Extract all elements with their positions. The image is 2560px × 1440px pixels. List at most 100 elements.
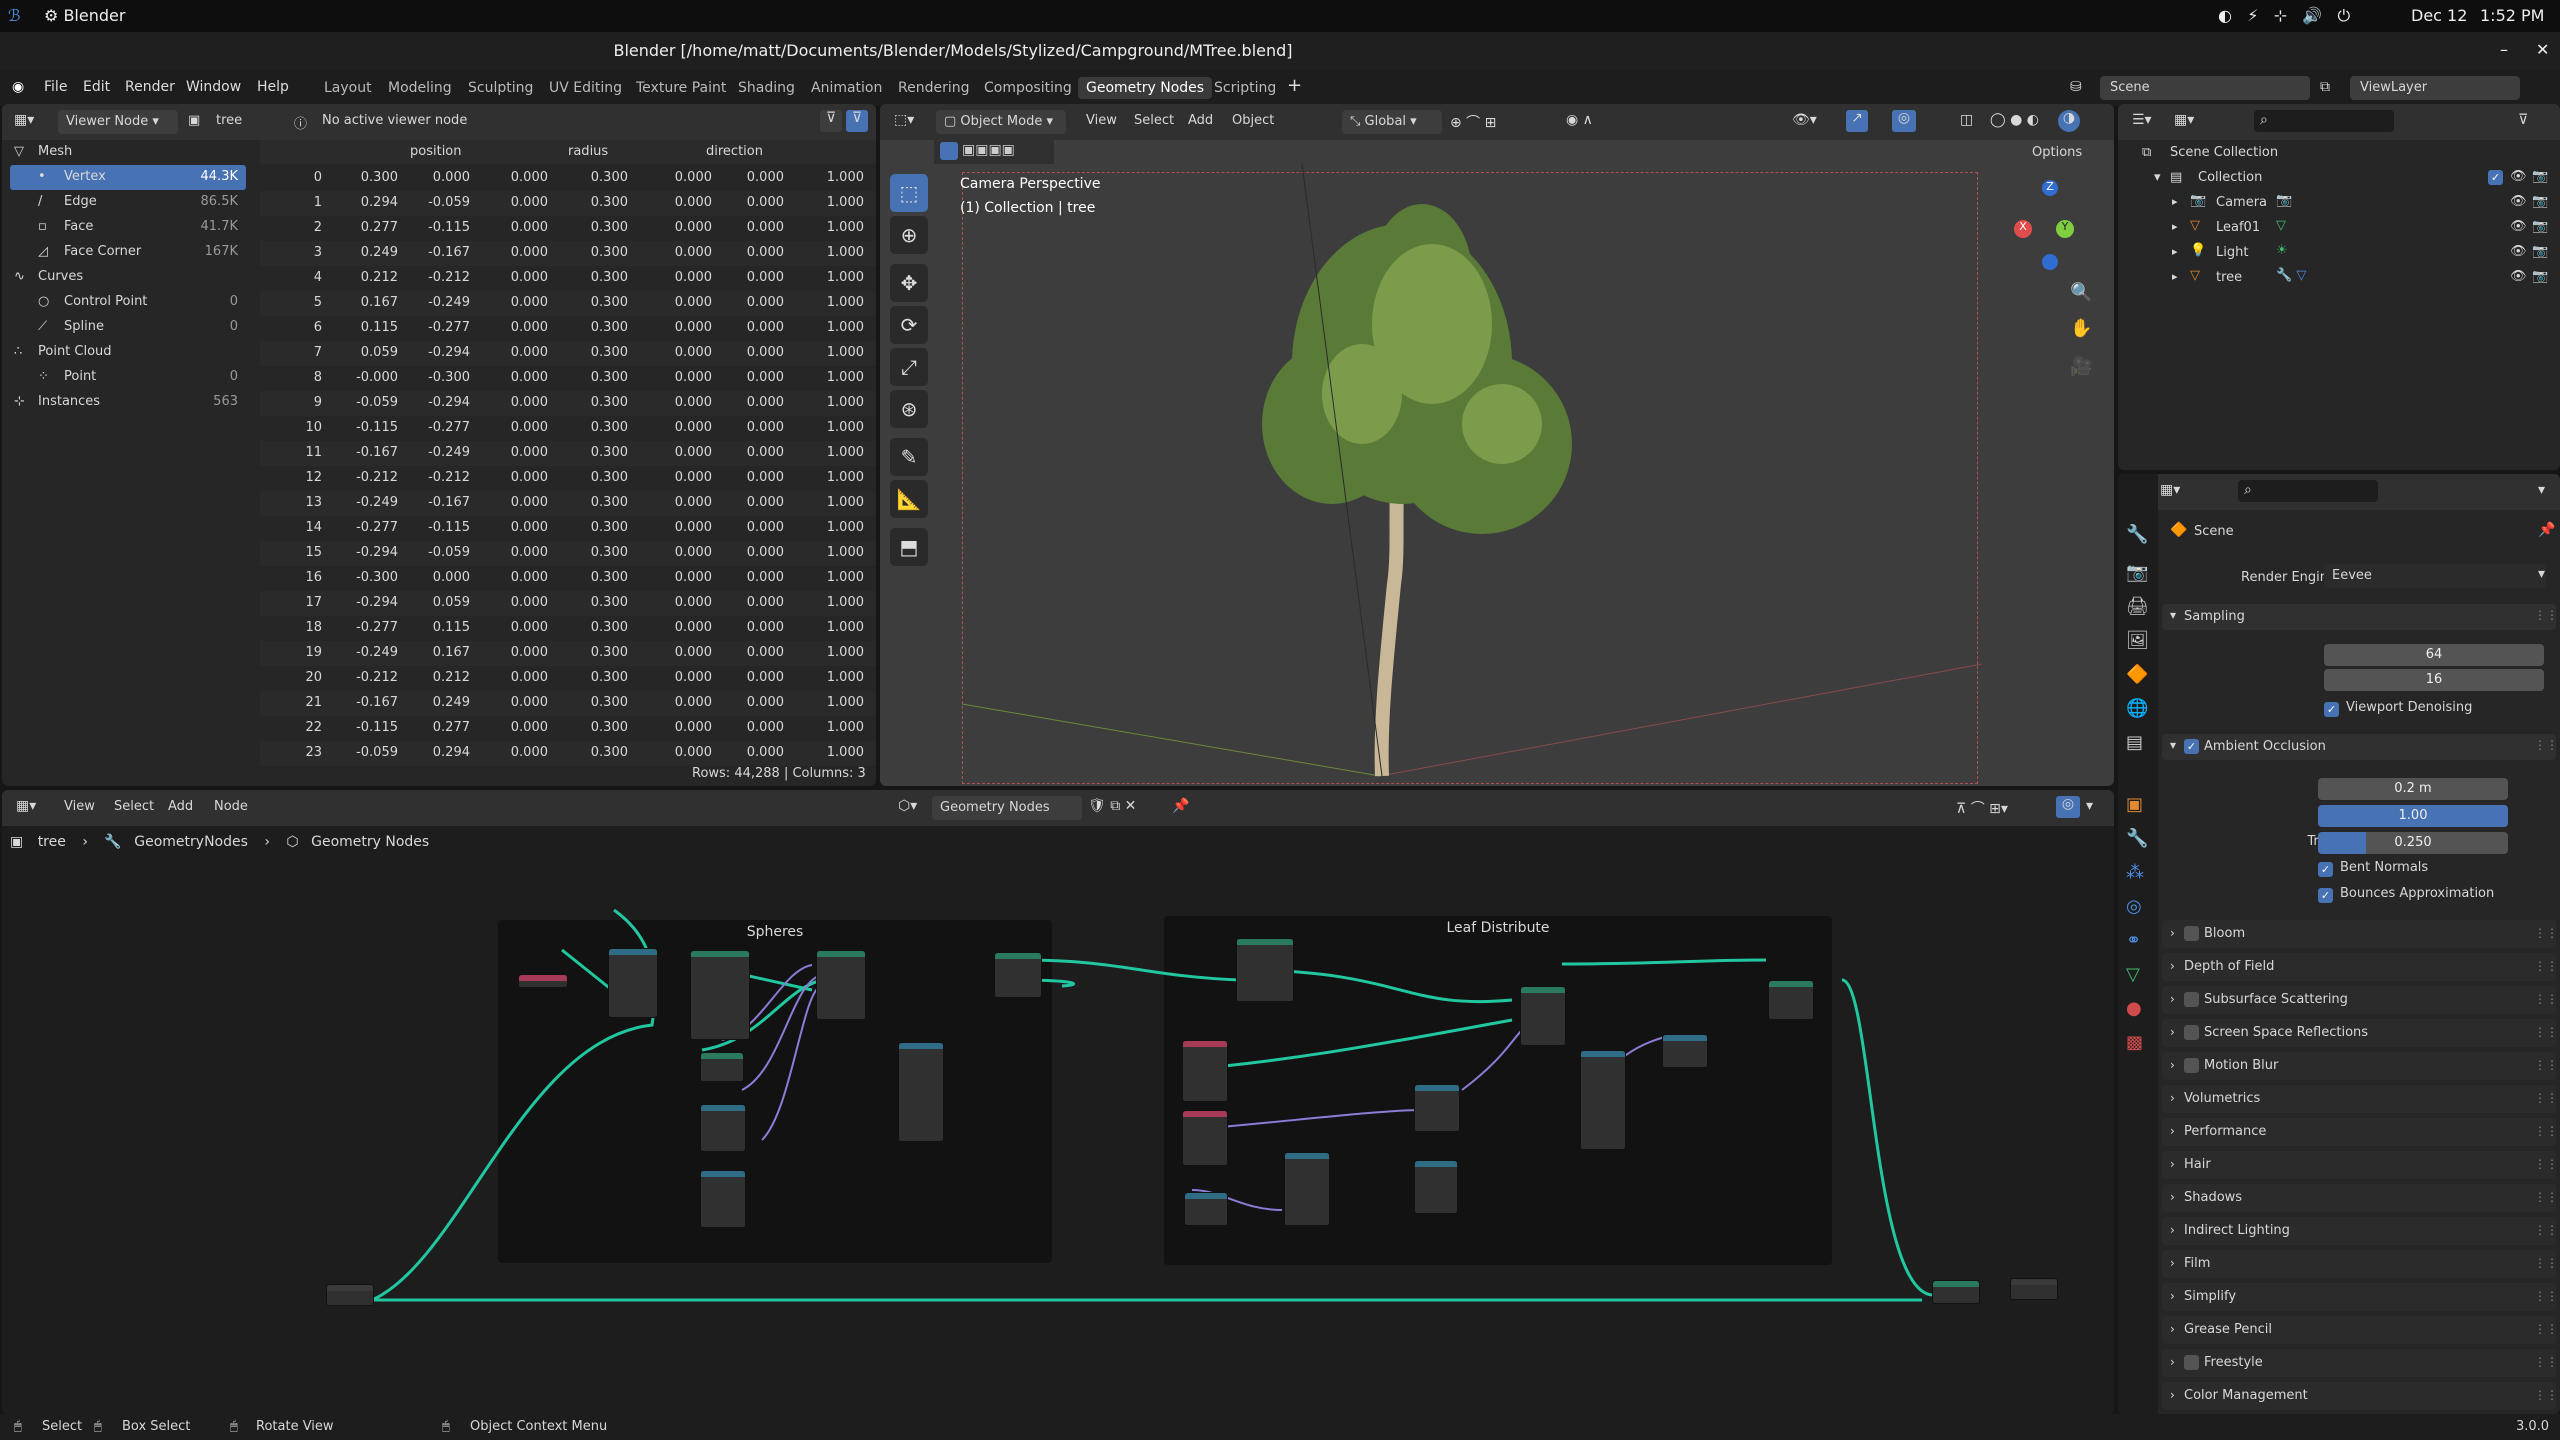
transform-tool-icon[interactable]: ⊛ <box>890 390 928 428</box>
3d-viewport[interactable]: ⬚▾ ▢ Object Mode ▾ View Select Add Objec… <box>880 104 2114 786</box>
filter-icon[interactable]: ⊽ <box>846 110 868 132</box>
view-layer-selector[interactable]: ViewLayer <box>2350 76 2520 100</box>
node-value[interactable] <box>518 974 568 988</box>
tab-compositing[interactable]: Compositing <box>976 77 1080 99</box>
filter-toggle-icon[interactable]: ⊽ <box>820 110 842 132</box>
ao-enable-checkbox[interactable]: ✓ <box>2184 739 2199 754</box>
render-camera-icon[interactable]: 📷 <box>2532 244 2548 259</box>
column-radius[interactable]: radius <box>568 144 608 159</box>
scale-tool-icon[interactable]: ⤢ <box>890 348 928 386</box>
node-join-leaves[interactable] <box>1768 980 1814 1020</box>
visibility-icon[interactable]: 👁▾ <box>1792 112 1817 128</box>
collection-checkbox[interactable]: ✓ <box>2488 170 2503 185</box>
data-set-item-mesh[interactable]: ▽ Mesh <box>2 140 246 165</box>
drag-handle-icon[interactable]: ⋮⋮ <box>2534 1091 2558 1105</box>
node-instance-leaves[interactable] <box>1520 986 1566 1046</box>
expand-icon[interactable]: ▸ <box>2172 245 2178 258</box>
menu-window[interactable]: Window <box>186 79 241 95</box>
snap-icon[interactable]: ⊕ ⌒ ⊞ <box>1450 112 1496 132</box>
node-random-scale[interactable] <box>1414 1160 1458 1214</box>
scene-tab-icon[interactable]: 🔶 <box>2126 664 2148 685</box>
data-set-item-point[interactable]: ⁘ Point 0 <box>2 365 246 390</box>
tool-tab-icon[interactable]: 🔧 <box>2126 524 2148 545</box>
viewport-menu-select[interactable]: Select <box>1134 113 1174 128</box>
visibility-eye-icon[interactable]: 👁 <box>2510 269 2527 284</box>
node-random-rotation[interactable] <box>1284 1152 1330 1226</box>
viewport-menu-view[interactable]: View <box>1086 113 1117 128</box>
particles-tab-icon[interactable]: ⁂ <box>2126 862 2144 883</box>
sampling-panel-header[interactable]: ▾ Sampling ⋮⋮ <box>2162 604 2558 630</box>
physics-tab-icon[interactable]: ◎ <box>2126 896 2142 917</box>
pan-icon[interactable]: ✋ <box>2070 318 2092 339</box>
data-set-item-spline[interactable]: ⟋ Spline 0 <box>2 315 246 340</box>
node-random-value-2[interactable] <box>700 1170 746 1228</box>
world-tab-icon[interactable]: 🌐 <box>2126 698 2148 719</box>
ao-factor-slider[interactable]: 1.00 <box>2318 805 2508 827</box>
outliner-row-tree[interactable]: ▸ ▽ tree 🔧 ▽ 👁 📷 <box>2118 265 2558 290</box>
node-group-input[interactable] <box>326 1284 374 1306</box>
render-samples-field[interactable]: 64 <box>2324 644 2544 666</box>
node-realize-instances[interactable] <box>994 952 1042 998</box>
data-set-item-face[interactable]: ▫ Face 41.7K <box>2 215 246 240</box>
modifier-tab-icon[interactable]: 🔧 <box>2126 828 2148 849</box>
section-enable-checkbox[interactable] <box>2184 1355 2199 1370</box>
viewport-editor-type-icon[interactable]: ⬚▾ <box>894 112 914 128</box>
drag-handle-icon[interactable]: ⋮⋮ <box>2534 1058 2558 1072</box>
section-color-management[interactable]: › Color Management ⋮⋮ <box>2162 1382 2558 1410</box>
drag-handle-icon[interactable]: ⋮⋮ <box>2534 1124 2558 1138</box>
select-modes-icon[interactable]: ▣▣▣▣ <box>962 142 1015 158</box>
section-volumetrics[interactable]: › Volumetrics ⋮⋮ <box>2162 1085 2558 1113</box>
section-bloom[interactable]: › Bloom ⋮⋮ <box>2162 920 2558 948</box>
outliner-editor-type-icon[interactable]: ☰▾ <box>2132 112 2152 128</box>
menu-edit[interactable]: Edit <box>83 79 110 95</box>
bounces-checkbox[interactable]: ✓ <box>2318 888 2333 903</box>
outliner-row-scene-collection[interactable]: ⧉ Scene Collection <box>2118 140 2558 165</box>
node-group-output[interactable] <box>2010 1278 2058 1300</box>
visibility-eye-icon[interactable]: 👁 <box>2510 244 2527 259</box>
display-mode-dropdown[interactable]: Viewer Node ▾ <box>58 110 178 134</box>
display-mode-icon[interactable]: ▦▾ <box>2174 112 2194 128</box>
drag-handle-icon[interactable]: ⋮⋮ <box>2534 1025 2558 1039</box>
section-depth-of-field[interactable]: › Depth of Field ⋮⋮ <box>2162 953 2558 981</box>
menu-help[interactable]: Help <box>257 79 289 95</box>
gizmo-toggle-icon[interactable]: ↗ <box>1846 110 1868 132</box>
section-enable-checkbox[interactable] <box>2184 926 2199 941</box>
visibility-eye-icon[interactable]: 👁 <box>2510 219 2527 234</box>
render-tab-icon[interactable]: 📷 <box>2126 562 2148 583</box>
properties-search-input[interactable]: ⌕ <box>2238 480 2378 502</box>
column-position[interactable]: position <box>410 144 462 159</box>
section-enable-checkbox[interactable] <box>2184 1058 2199 1073</box>
data-set-item-face-corner[interactable]: ◿ Face Corner 167K <box>2 240 246 265</box>
close-window-button[interactable]: ✕ <box>2536 40 2549 59</box>
object-tab-icon[interactable]: ▣ <box>2126 794 2143 815</box>
node-random-value-1[interactable] <box>700 1104 746 1152</box>
tab-scripting[interactable]: Scripting <box>1206 77 1284 99</box>
constraints-tab-icon[interactable]: ⚭ <box>2126 930 2141 951</box>
tab-rendering[interactable]: Rendering <box>890 77 978 99</box>
move-tool-icon[interactable]: ✥ <box>890 264 928 302</box>
tab-uv-editing[interactable]: UV Editing <box>541 77 630 99</box>
tab-texture-paint[interactable]: Texture Paint <box>628 77 734 99</box>
node-join-geometry[interactable] <box>1932 1280 1980 1304</box>
section-simplify[interactable]: › Simplify ⋮⋮ <box>2162 1283 2558 1311</box>
drag-handle-icon[interactable]: ⋮⋮ <box>2534 738 2558 752</box>
render-engine-dropdown[interactable]: Eevee <box>2324 564 2546 588</box>
measure-tool-icon[interactable]: 📐 <box>890 480 928 518</box>
bent-normals-checkbox[interactable]: ✓ <box>2318 862 2333 877</box>
tab-animation[interactable]: Animation <box>803 77 890 99</box>
drag-handle-icon[interactable]: ⋮⋮ <box>2534 1190 2558 1204</box>
viewport-menu-object[interactable]: Object <box>1232 113 1274 128</box>
properties-options-icon[interactable]: ▾ <box>2538 482 2545 498</box>
object-mode-dropdown[interactable]: ▢ Object Mode ▾ <box>936 110 1066 134</box>
outliner-row-light[interactable]: ▸ 💡 Light ☀ 👁 📷 <box>2118 240 2558 265</box>
column-direction[interactable]: direction <box>706 144 763 159</box>
node-distribute-points[interactable] <box>690 950 750 1040</box>
rendered-shading-icon[interactable]: ◑ <box>2058 110 2080 132</box>
data-set-item-control-point[interactable]: ○ Control Point 0 <box>2 290 246 315</box>
pin-icon[interactable]: 📌 <box>2538 522 2555 538</box>
proportional-edit-icon[interactable]: ◉ ∧ <box>1566 112 1593 128</box>
node-object-info-2[interactable] <box>1182 1110 1228 1166</box>
texture-tab-icon[interactable]: ▩ <box>2126 1032 2143 1053</box>
outliner-filter-icon[interactable]: ⊽ <box>2518 112 2528 128</box>
section-performance[interactable]: › Performance ⋮⋮ <box>2162 1118 2558 1146</box>
